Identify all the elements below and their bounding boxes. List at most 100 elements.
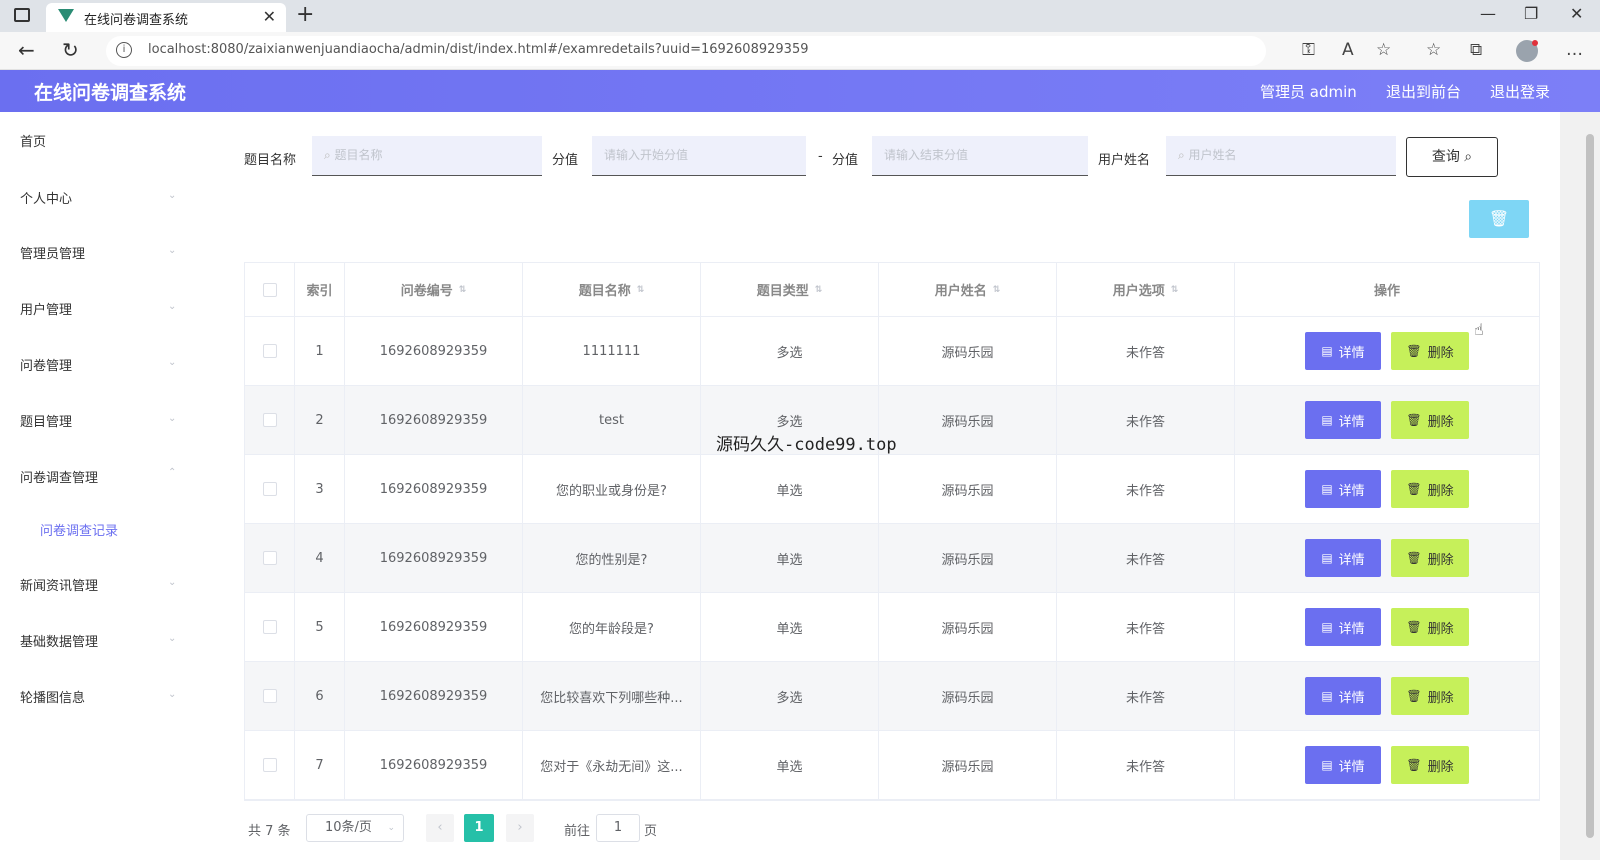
page-number-current[interactable]: 1 bbox=[464, 814, 494, 842]
detail-button[interactable]: ▤ 详情 bbox=[1305, 332, 1381, 370]
cell-user: 源码乐园 bbox=[879, 731, 1057, 799]
query-button[interactable]: 查询 ⌕ bbox=[1406, 137, 1498, 177]
delete-button[interactable]: 🗑 删除 bbox=[1391, 401, 1469, 439]
more-icon[interactable]: … bbox=[1566, 40, 1583, 60]
sort-icon[interactable]: ⇅ bbox=[1171, 285, 1179, 295]
delete-button[interactable]: 🗑 删除 bbox=[1391, 539, 1469, 577]
row-checkbox[interactable] bbox=[262, 413, 277, 427]
sort-icon[interactable]: ⇅ bbox=[637, 285, 645, 295]
detail-button[interactable]: ▤ 详情 bbox=[1305, 746, 1381, 784]
sidebar-item-home[interactable]: 首页 bbox=[20, 131, 46, 150]
close-tab-icon[interactable]: ✕ bbox=[263, 7, 276, 26]
row-checkbox[interactable] bbox=[262, 620, 277, 634]
read-aloud-icon[interactable]: A bbox=[1342, 40, 1354, 60]
col-option[interactable]: 用户选项 ⇅ bbox=[1057, 263, 1235, 316]
favorites-icon[interactable]: ☆ bbox=[1426, 40, 1441, 60]
detail-button[interactable]: ▤ 详情 bbox=[1305, 539, 1381, 577]
sidebar-item-profile[interactable]: 个人中心 bbox=[20, 188, 72, 207]
detail-button[interactable]: ▤ 详情 bbox=[1305, 677, 1381, 715]
sidebar-item-carousel[interactable]: 轮播图信息 bbox=[20, 687, 85, 706]
detail-button[interactable]: ▤ 详情 bbox=[1305, 401, 1381, 439]
row-checkbox[interactable] bbox=[262, 482, 277, 496]
sidebar-item-survey-records[interactable]: 问卷调查管理 bbox=[20, 467, 98, 486]
next-page-button[interactable]: › bbox=[506, 814, 534, 842]
cell-index: 3 bbox=[295, 455, 345, 523]
delete-button[interactable]: 🗑 删除 bbox=[1391, 746, 1469, 784]
delete-button[interactable]: 🗑 删除 bbox=[1391, 332, 1469, 370]
close-window-icon[interactable]: ✕ bbox=[1570, 4, 1583, 23]
sidebar-item-surveys[interactable]: 问卷管理 bbox=[20, 355, 72, 374]
cell-option: 未作答 bbox=[1057, 593, 1235, 661]
front-link[interactable]: 退出到前台 bbox=[1386, 81, 1461, 102]
chevron-down-icon: ⌄ bbox=[168, 577, 177, 588]
trash-icon: 🗑 bbox=[1488, 209, 1510, 228]
app-brand: 在线问卷调查系统 bbox=[34, 82, 187, 104]
sidebar bbox=[0, 112, 200, 860]
sort-icon[interactable]: ⇅ bbox=[459, 285, 467, 295]
cell-title: 您对于《永劫无间》这... bbox=[523, 731, 701, 799]
sidebar-item-admins[interactable]: 管理员管理 bbox=[20, 243, 85, 262]
sidebar-item-news[interactable]: 新闻资讯管理 bbox=[20, 575, 98, 594]
tab-actions-icon[interactable] bbox=[14, 8, 30, 22]
page-suffix: 页 bbox=[644, 824, 658, 839]
site-info-icon[interactable]: i bbox=[116, 42, 132, 58]
goto-page-input[interactable]: 1 bbox=[596, 814, 640, 842]
add-favorite-icon[interactable]: ☆ bbox=[1376, 40, 1391, 60]
select-cell bbox=[245, 662, 295, 730]
minimize-icon[interactable]: — bbox=[1480, 4, 1496, 23]
chevron-down-icon: ⌄ bbox=[168, 190, 177, 201]
col-user[interactable]: 用户姓名 ⇅ bbox=[879, 263, 1057, 316]
url-field[interactable]: i localhost:8080/zaixianwenjuandiaocha/a… bbox=[106, 36, 1266, 66]
title-filter-input[interactable]: ⌕ 题目名称 bbox=[312, 136, 542, 176]
new-tab-icon[interactable]: + bbox=[296, 2, 314, 27]
delete-button[interactable]: 🗑 删除 bbox=[1391, 677, 1469, 715]
collections-icon[interactable]: ⧉ bbox=[1470, 40, 1482, 60]
row-checkbox[interactable] bbox=[262, 344, 277, 358]
score-end-input[interactable]: 请输入结束分值 bbox=[872, 136, 1088, 176]
cell-index: 2 bbox=[295, 386, 345, 454]
cell-title: 您的年龄段是? bbox=[523, 593, 701, 661]
range-dash: - bbox=[818, 149, 823, 164]
trash-icon: 🗑 bbox=[1406, 620, 1422, 634]
sidebar-item-base-data[interactable]: 基础数据管理 bbox=[20, 631, 98, 650]
document-icon: ▤ bbox=[1321, 551, 1333, 565]
key-icon[interactable]: ⚿ bbox=[1302, 40, 1315, 60]
search-icon: ⌕ bbox=[324, 148, 335, 162]
col-type[interactable]: 题目类型 ⇅ bbox=[701, 263, 879, 316]
prev-page-button[interactable]: ‹ bbox=[426, 814, 454, 842]
logout-link[interactable]: 退出登录 bbox=[1490, 81, 1550, 102]
cell-index: 7 bbox=[295, 731, 345, 799]
cell-title: 您的性别是? bbox=[523, 524, 701, 592]
col-actions: 操作 bbox=[1373, 284, 1400, 299]
user-filter-input[interactable]: ⌕ 用户姓名 bbox=[1166, 136, 1396, 176]
score-start-input[interactable]: 请输入开始分值 bbox=[592, 136, 806, 176]
row-checkbox[interactable] bbox=[262, 551, 277, 565]
cell-type: 单选 bbox=[701, 731, 879, 799]
sidebar-item-questions[interactable]: 题目管理 bbox=[20, 411, 72, 430]
sort-icon[interactable]: ⇅ bbox=[815, 285, 823, 295]
select-all-checkbox[interactable] bbox=[262, 282, 277, 297]
delete-button[interactable]: 🗑 删除 bbox=[1391, 608, 1469, 646]
delete-button[interactable]: 🗑 删除 bbox=[1391, 470, 1469, 508]
reload-icon[interactable]: ↻ bbox=[62, 38, 79, 62]
chevron-down-icon: ⌄ bbox=[387, 823, 395, 833]
row-checkbox[interactable] bbox=[262, 689, 277, 703]
sidebar-item-users[interactable]: 用户管理 bbox=[20, 299, 72, 318]
cell-title: 1111111 bbox=[523, 317, 701, 385]
page-size-select[interactable]: 10条/页 ⌄ bbox=[306, 814, 404, 842]
detail-button[interactable]: ▤ 详情 bbox=[1305, 470, 1381, 508]
scrollbar-track[interactable] bbox=[1560, 112, 1600, 860]
back-icon[interactable]: ← bbox=[18, 38, 35, 62]
browser-tab[interactable]: 在线问卷调查系统 ✕ bbox=[46, 3, 286, 32]
cell-type: 单选 bbox=[701, 455, 879, 523]
sidebar-subitem-records[interactable]: 问卷调查记录 bbox=[40, 520, 118, 539]
row-checkbox[interactable] bbox=[262, 758, 277, 772]
detail-button[interactable]: ▤ 详情 bbox=[1305, 608, 1381, 646]
bulk-delete-button[interactable]: 🗑 bbox=[1469, 200, 1529, 238]
scrollbar-thumb[interactable] bbox=[1586, 134, 1594, 838]
col-survey-no[interactable]: 问卷编号 ⇅ bbox=[345, 263, 523, 316]
sort-icon[interactable]: ⇅ bbox=[993, 285, 1001, 295]
cell-user: 源码乐园 bbox=[879, 386, 1057, 454]
restore-icon[interactable]: ❐ bbox=[1524, 4, 1538, 23]
col-title[interactable]: 题目名称 ⇅ bbox=[523, 263, 701, 316]
